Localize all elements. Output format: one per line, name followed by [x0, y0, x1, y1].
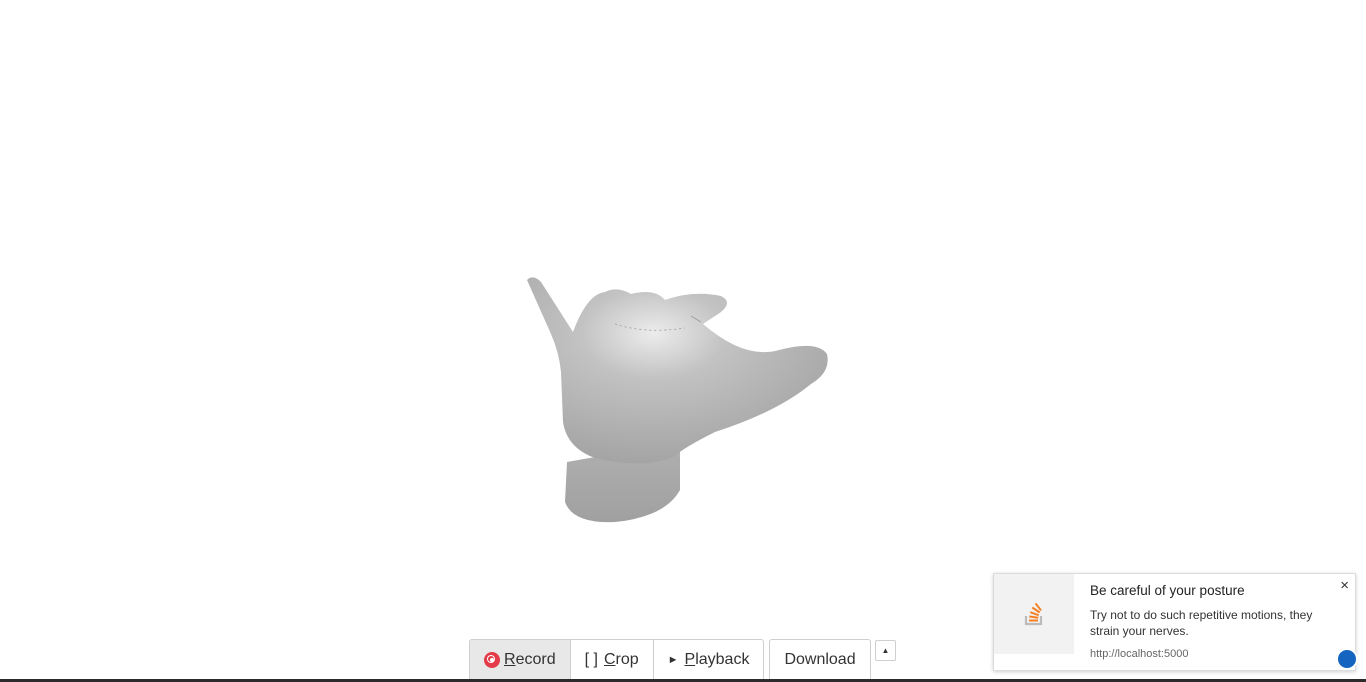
- playback-button[interactable]: ► Playback: [654, 640, 764, 679]
- crop-label: rop: [615, 650, 639, 668]
- stackoverflow-icon: [1024, 602, 1043, 626]
- record-icon: [484, 651, 500, 668]
- download-button[interactable]: Download: [770, 640, 869, 679]
- notification-body: Be careful of your posture Try not to do…: [1074, 574, 1355, 670]
- capture-toolbar: Record [ ] Crop ► Playback Download: [469, 639, 871, 680]
- hand-3d-model[interactable]: [515, 272, 835, 528]
- crop-icon: [ ]: [584, 650, 598, 668]
- notification-title: Be careful of your posture: [1090, 583, 1245, 598]
- record-button[interactable]: Record: [470, 640, 571, 679]
- playback-label: layback: [695, 650, 750, 668]
- notification-message: Try not to do such repetitive motions, t…: [1090, 608, 1313, 638]
- crop-button[interactable]: [ ] Crop: [571, 640, 654, 679]
- playback-mnemonic: P: [684, 650, 696, 668]
- play-icon: ►: [667, 653, 679, 666]
- capture-button-group: Record [ ] Crop ► Playback: [469, 639, 765, 680]
- tray-badge-icon[interactable]: [1336, 648, 1358, 670]
- record-mnemonic: R: [504, 650, 516, 668]
- record-label: ecord: [515, 650, 556, 668]
- crop-mnemonic: C: [603, 650, 616, 668]
- expand-chevron-up-icon[interactable]: ▲: [875, 640, 896, 661]
- notification-source: http://localhost:5000: [1090, 648, 1189, 660]
- desktop-notification[interactable]: Be careful of your posture Try not to do…: [993, 573, 1356, 671]
- download-button-group: Download: [769, 639, 871, 680]
- notification-icon-box: [994, 574, 1074, 654]
- close-icon[interactable]: ×: [1340, 578, 1349, 594]
